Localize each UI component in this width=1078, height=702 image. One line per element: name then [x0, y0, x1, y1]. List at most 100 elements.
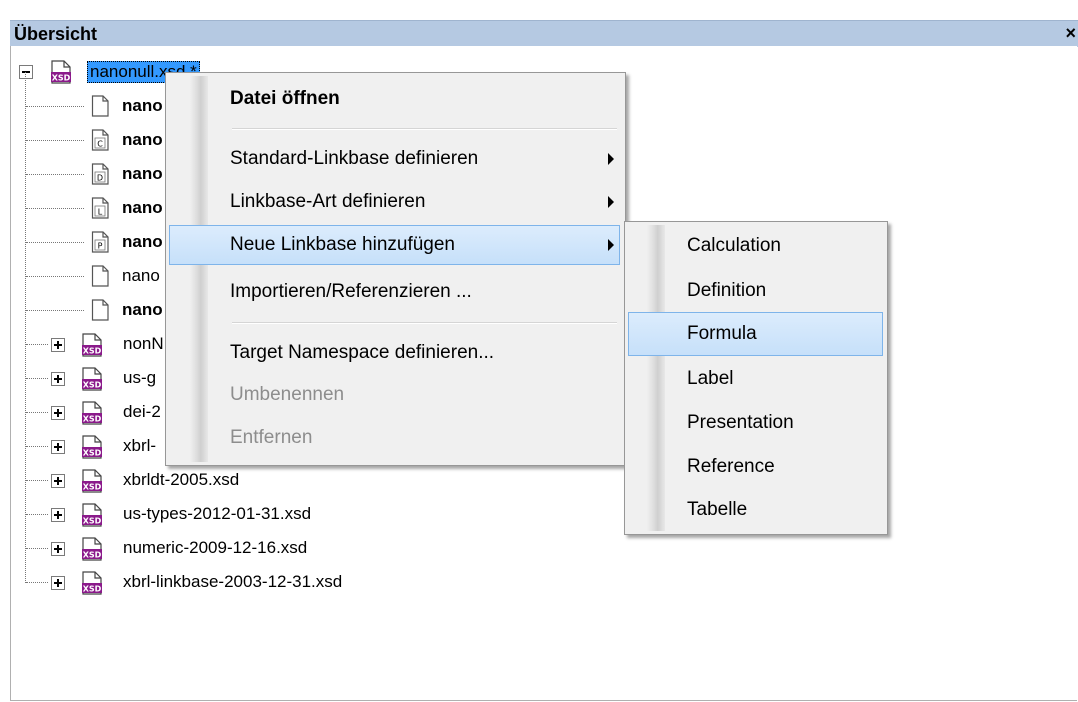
svg-text:D: D — [97, 174, 103, 183]
menu-item-label: Standard-Linkbase definieren — [230, 148, 479, 169]
menu-item-define-standard-linkbase[interactable]: Standard-Linkbase definieren — [169, 139, 620, 179]
pres-doc-icon: P — [91, 231, 109, 253]
tree-sibling-label[interactable]: nonN — [123, 334, 164, 354]
menu-item-label: Umbenennen — [230, 384, 345, 405]
submenu-item-label: Reference — [687, 456, 775, 477]
menu-item-rename[interactable]: Umbenennen — [169, 375, 620, 415]
tree-connector — [26, 208, 84, 209]
svg-text:XSD: XSD — [83, 585, 102, 594]
pane-titlebar: Übersicht × — [10, 20, 1078, 47]
xsd-file-icon: XSD — [82, 367, 102, 391]
menu-item-remove[interactable]: Entfernen — [169, 418, 620, 458]
linkbase-submenu: Calculation Definition Formula Label Pre… — [624, 221, 888, 535]
tree-connector — [26, 446, 48, 447]
svg-text:XSD: XSD — [83, 551, 102, 560]
submenu-arrow-icon — [608, 239, 614, 251]
tree-sibling-row[interactable]: XSD us-types-2012-01-31.xsd — [11, 501, 711, 529]
submenu-arrow-icon — [608, 196, 614, 208]
svg-text:XSD: XSD — [83, 449, 102, 458]
menu-item-define-linkbase-type[interactable]: Linkbase-Art definieren — [169, 182, 620, 222]
menu-item-import-reference[interactable]: Importieren/Referenzieren ... — [169, 272, 620, 312]
submenu-item-presentation[interactable]: Presentation — [628, 401, 883, 445]
tree-sibling-row[interactable]: XSD xbrldt-2005.xsd — [11, 467, 711, 495]
svg-text:XSD: XSD — [52, 74, 71, 83]
tree-sibling-label[interactable]: xbrldt-2005.xsd — [123, 470, 239, 490]
expand-toggle[interactable] — [51, 338, 65, 352]
tree-connector — [26, 310, 84, 311]
submenu-item-label: Definition — [687, 280, 767, 301]
tree-child-label[interactable]: nano — [122, 130, 163, 150]
svg-text:XSD: XSD — [83, 517, 102, 526]
tree-child-label[interactable]: nano — [122, 198, 163, 218]
menu-item-label: Importieren/Referenzieren ... — [230, 281, 472, 302]
tree-child-label[interactable]: nano — [122, 96, 163, 116]
xsd-file-icon: XSD — [82, 571, 102, 595]
svg-text:XSD: XSD — [83, 347, 102, 356]
collapse-toggle[interactable] — [19, 65, 33, 79]
tree-connector — [26, 548, 48, 549]
context-menu: Datei öffnen Standard-Linkbase definiere… — [165, 72, 626, 466]
expand-toggle[interactable] — [51, 440, 65, 454]
tree-connector — [26, 378, 48, 379]
expand-toggle[interactable] — [51, 576, 65, 590]
calc-doc-icon: C — [91, 129, 109, 151]
tree-connector — [26, 412, 48, 413]
svg-text:C: C — [97, 140, 103, 149]
expand-toggle[interactable] — [51, 406, 65, 420]
xsd-file-icon: XSD — [82, 401, 102, 425]
tree-sibling-label[interactable]: xbrl-linkbase-2003-12-31.xsd — [123, 572, 342, 592]
svg-text:XSD: XSD — [83, 381, 102, 390]
menu-item-add-new-linkbase[interactable]: Neue Linkbase hinzufügen — [169, 225, 620, 265]
menu-item-open-file[interactable]: Datei öffnen — [169, 79, 620, 119]
xsd-file-icon: XSD — [82, 469, 102, 493]
xsd-file-icon: XSD — [82, 503, 102, 527]
svg-text:XSD: XSD — [83, 415, 102, 424]
tree-connector — [26, 174, 84, 175]
submenu-item-label: Label — [687, 368, 734, 389]
tree-connector — [26, 514, 48, 515]
submenu-item-formula[interactable]: Formula — [628, 312, 883, 356]
tree-connector — [26, 106, 84, 107]
menu-separator — [232, 128, 617, 130]
xsd-file-icon: XSD — [82, 333, 102, 357]
tree-sibling-row[interactable]: XSD numeric-2009-12-16.xsd — [11, 535, 711, 563]
menu-item-label: Entfernen — [230, 427, 313, 448]
tree-connector — [26, 242, 84, 243]
menu-item-label: Datei öffnen — [230, 88, 340, 109]
tree-child-label[interactable]: nano — [122, 232, 163, 252]
submenu-item-table[interactable]: Tabelle — [628, 488, 883, 532]
submenu-item-calculation[interactable]: Calculation — [628, 224, 883, 268]
tree-sibling-label[interactable]: xbrl- — [123, 436, 156, 456]
tree-connector — [26, 344, 48, 345]
submenu-item-reference[interactable]: Reference — [628, 445, 883, 489]
tree-sibling-label[interactable]: dei-2 — [123, 402, 161, 422]
expand-toggle[interactable] — [51, 508, 65, 522]
expand-toggle[interactable] — [51, 372, 65, 386]
tree-child-label[interactable]: nano — [122, 266, 160, 286]
svg-text:L: L — [98, 208, 103, 217]
submenu-item-definition[interactable]: Definition — [628, 269, 883, 313]
blank-doc-icon — [91, 95, 109, 117]
tree-connector — [26, 582, 48, 583]
xsd-file-icon: XSD — [82, 537, 102, 561]
submenu-item-label-linkbase[interactable]: Label — [628, 357, 883, 401]
svg-text:P: P — [98, 242, 103, 251]
tree-connector — [26, 276, 84, 277]
menu-item-label: Target Namespace definieren... — [230, 342, 495, 363]
xsd-file-icon: XSD — [82, 435, 102, 459]
tree-connector — [26, 480, 48, 481]
tree-sibling-label[interactable]: us-types-2012-01-31.xsd — [123, 504, 311, 524]
blank-doc-icon — [91, 265, 109, 287]
tree-sibling-label[interactable]: us-g — [123, 368, 156, 388]
expand-toggle[interactable] — [51, 474, 65, 488]
submenu-item-label: Formula — [687, 323, 757, 344]
submenu-item-label: Presentation — [687, 412, 794, 433]
expand-toggle[interactable] — [51, 542, 65, 556]
close-button[interactable]: × — [1065, 23, 1076, 44]
tree-child-label[interactable]: nano — [122, 300, 163, 320]
tree-sibling-row[interactable]: XSD xbrl-linkbase-2003-12-31.xsd — [11, 569, 711, 597]
menu-separator — [232, 322, 617, 324]
menu-item-define-target-namespace[interactable]: Target Namespace definieren... — [169, 333, 620, 373]
tree-sibling-label[interactable]: numeric-2009-12-16.xsd — [123, 538, 307, 558]
tree-child-label[interactable]: nano — [122, 164, 163, 184]
